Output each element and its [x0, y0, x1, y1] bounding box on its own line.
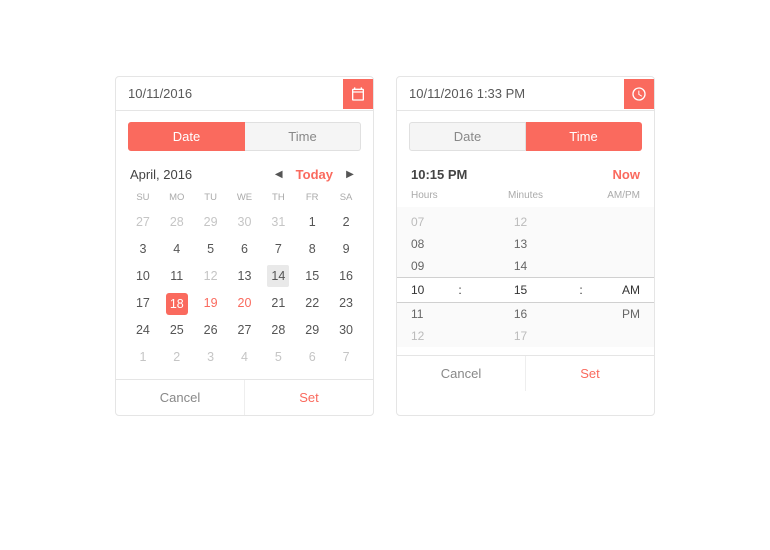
calendar-day[interactable]: 26: [194, 317, 228, 344]
calendar-day[interactable]: 5: [194, 236, 228, 263]
calendar-day[interactable]: 6: [295, 344, 329, 371]
clock-icon[interactable]: [624, 79, 654, 109]
calendar-day[interactable]: 4: [160, 236, 194, 263]
calendar-day[interactable]: 1: [126, 344, 160, 371]
tab-time[interactable]: Time: [526, 122, 642, 151]
calendar-day[interactable]: 22: [295, 290, 329, 317]
dow-header: FR: [295, 186, 329, 209]
calendar-day[interactable]: 3: [126, 236, 160, 263]
calendar-day[interactable]: 3: [194, 344, 228, 371]
calendar-day[interactable]: 23: [329, 290, 363, 317]
time-spinner-row[interactable]: 10:15:AM: [397, 277, 654, 303]
calendar-day[interactable]: 11: [160, 263, 194, 290]
tab-date[interactable]: Date: [128, 122, 245, 151]
time-spinner-row[interactable]: 1217: [397, 325, 654, 347]
calendar-month-title[interactable]: April, 2016: [130, 167, 270, 182]
calendar-day[interactable]: 20: [228, 290, 262, 317]
date-picker-panel: 10/11/2016 Date Time April, 2016 ◀ Today…: [115, 76, 374, 416]
hours-label: Hours: [411, 190, 487, 201]
calendar-day[interactable]: 9: [329, 236, 363, 263]
dow-header: SU: [126, 186, 160, 209]
calendar-day[interactable]: 6: [228, 236, 262, 263]
calendar-day[interactable]: 7: [329, 344, 363, 371]
calendar-day[interactable]: 7: [261, 236, 295, 263]
dow-header: MO: [160, 186, 194, 209]
calendar-day[interactable]: 27: [126, 209, 160, 236]
cancel-button[interactable]: Cancel: [397, 356, 526, 391]
calendar-day[interactable]: 28: [160, 209, 194, 236]
date-input[interactable]: 10/11/2016: [116, 77, 343, 110]
prev-month-icon[interactable]: ◀: [270, 169, 288, 180]
minutes-label: Minutes: [487, 190, 563, 201]
calendar-day[interactable]: 2: [160, 344, 194, 371]
time-spinner-row[interactable]: 1116PM: [397, 303, 654, 325]
calendar-icon[interactable]: [343, 79, 373, 109]
calendar-day[interactable]: 25: [160, 317, 194, 344]
set-button[interactable]: Set: [245, 380, 373, 415]
calendar-day[interactable]: 10: [126, 263, 160, 290]
calendar-day[interactable]: 31: [261, 209, 295, 236]
tab-time[interactable]: Time: [245, 122, 361, 151]
calendar-day[interactable]: 2: [329, 209, 363, 236]
calendar-day[interactable]: 14: [261, 263, 295, 290]
calendar-day[interactable]: 16: [329, 263, 363, 290]
datetime-input-header: 10/11/2016 1:33 PM: [397, 77, 654, 111]
calendar-day[interactable]: 4: [228, 344, 262, 371]
calendar-day[interactable]: 27: [228, 317, 262, 344]
time-spinner-row[interactable]: 0712: [397, 211, 654, 233]
calendar-day[interactable]: 15: [295, 263, 329, 290]
calendar-day[interactable]: 29: [295, 317, 329, 344]
calendar-day[interactable]: 21: [261, 290, 295, 317]
calendar-day[interactable]: 5: [261, 344, 295, 371]
time-spinner-row[interactable]: 0813: [397, 233, 654, 255]
dow-header: SA: [329, 186, 363, 209]
time-spinner-row[interactable]: 0914: [397, 255, 654, 277]
calendar-day[interactable]: 18: [160, 290, 194, 317]
calendar-day[interactable]: 8: [295, 236, 329, 263]
dow-header: TH: [261, 186, 295, 209]
next-month-icon[interactable]: ▶: [341, 169, 359, 180]
calendar-day[interactable]: 30: [329, 317, 363, 344]
calendar-day[interactable]: 30: [228, 209, 262, 236]
selected-time-display: 10:15 PM: [411, 167, 613, 182]
calendar-day[interactable]: 29: [194, 209, 228, 236]
ampm-label: AM/PM: [564, 190, 640, 201]
calendar-day[interactable]: 17: [126, 290, 160, 317]
cancel-button[interactable]: Cancel: [116, 380, 245, 415]
calendar-day[interactable]: 19: [194, 290, 228, 317]
date-input-header: 10/11/2016: [116, 77, 373, 111]
dow-header: TU: [194, 186, 228, 209]
dow-header: WE: [228, 186, 262, 209]
today-button[interactable]: Today: [288, 167, 341, 182]
now-button[interactable]: Now: [613, 167, 640, 182]
set-button[interactable]: Set: [526, 356, 654, 391]
tab-date[interactable]: Date: [409, 122, 526, 151]
calendar-day[interactable]: 12: [194, 263, 228, 290]
calendar-day[interactable]: 28: [261, 317, 295, 344]
calendar-day[interactable]: 13: [228, 263, 262, 290]
time-picker-panel: 10/11/2016 1:33 PM Date Time 10:15 PM No…: [396, 76, 655, 416]
calendar-day[interactable]: 24: [126, 317, 160, 344]
calendar-day[interactable]: 1: [295, 209, 329, 236]
datetime-input[interactable]: 10/11/2016 1:33 PM: [397, 77, 624, 110]
